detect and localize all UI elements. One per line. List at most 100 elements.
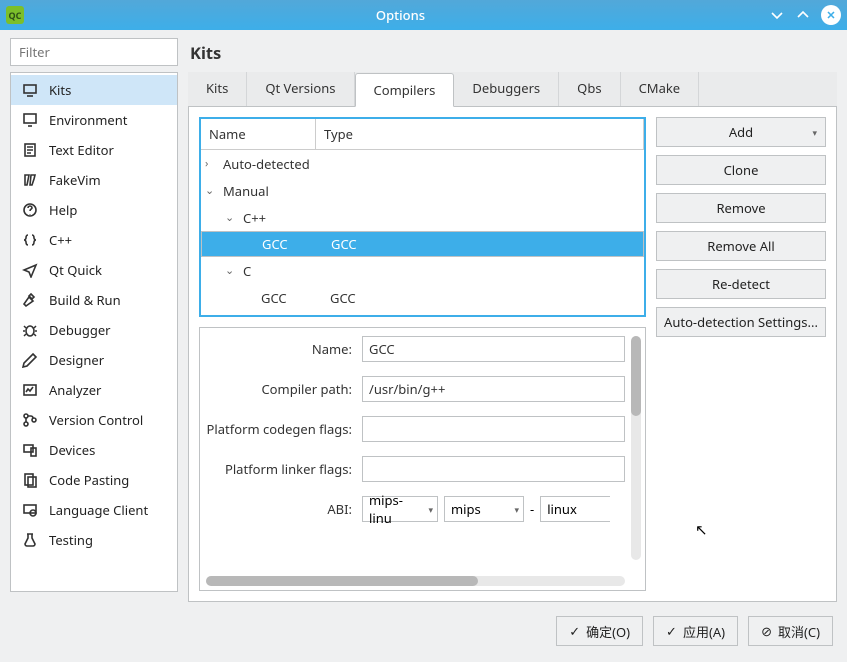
sidebar-item-label: Analyzer — [49, 381, 101, 399]
sidebar-item-label: Code Pasting — [49, 471, 129, 489]
ok-button[interactable]: ✓确定(O) — [556, 616, 643, 646]
tree-node-cpp-gcc[interactable]: GCCGCC — [201, 231, 644, 257]
sidebar-item-designer[interactable]: Designer — [11, 345, 177, 375]
label-codegen: Platform codegen flags: — [204, 420, 356, 438]
cancel-button[interactable]: ⊘取消(C) — [748, 616, 833, 646]
compilers-tree[interactable]: Name Type ›Auto-detected ⌄Manual ⌄C++ GC… — [199, 117, 646, 317]
sidebar-item-buildrun[interactable]: Build & Run — [11, 285, 177, 315]
sidebar-item-label: FakeVim — [49, 171, 101, 189]
tree-node-c[interactable]: ⌄C — [201, 257, 644, 284]
test-icon — [21, 531, 39, 549]
scroll-thumb[interactable] — [631, 336, 641, 416]
sidebar-item-label: Designer — [49, 351, 104, 369]
paste-icon — [21, 471, 39, 489]
chevron-down-icon: ⌄ — [205, 183, 217, 198]
window-title: Options — [32, 6, 769, 24]
select-abi-main[interactable]: mips-linu▾ — [362, 496, 438, 522]
chevron-down-icon: ⌄ — [225, 210, 237, 225]
tab-qtversions[interactable]: Qt Versions — [247, 72, 354, 106]
hammer-icon — [21, 291, 39, 309]
tree-header-type[interactable]: Type — [316, 119, 644, 149]
label-compiler-path: Compiler path: — [204, 380, 356, 398]
tree-node-cpp[interactable]: ⌄C++ — [201, 204, 644, 231]
sidebar-item-label: Environment — [49, 111, 127, 129]
sidebar-item-analyzer[interactable]: Analyzer — [11, 375, 177, 405]
sidebar-item-label: Language Client — [49, 501, 148, 519]
vertical-scrollbar[interactable] — [631, 336, 641, 560]
filter-input[interactable] — [10, 38, 178, 66]
field-linker[interactable] — [362, 456, 625, 482]
tab-kits[interactable]: Kits — [188, 72, 247, 106]
apply-button[interactable]: ✓应用(A) — [653, 616, 738, 646]
select-abi-arch[interactable]: mips▾ — [444, 496, 524, 522]
sidebar-item-cpp[interactable]: C++ — [11, 225, 177, 255]
cancel-icon: ⊘ — [761, 622, 772, 640]
compiler-details: Name: Compiler path: Platform codegen fl… — [199, 327, 646, 591]
tab-qbs[interactable]: Qbs — [559, 72, 620, 106]
help-icon — [21, 201, 39, 219]
vcs-icon — [21, 411, 39, 429]
kits-icon — [21, 81, 39, 99]
tree-header-name[interactable]: Name — [201, 119, 316, 149]
minimize-icon[interactable] — [769, 7, 785, 23]
tab-bar: Kits Qt Versions Compilers Debuggers Qbs… — [188, 72, 837, 107]
braces-icon — [21, 231, 39, 249]
chevron-right-icon: › — [205, 156, 217, 171]
analyzer-icon — [21, 381, 39, 399]
app-logo: QC — [6, 6, 24, 24]
sidebar-item-label: Devices — [49, 441, 95, 459]
sidebar-item-environment[interactable]: Environment — [11, 105, 177, 135]
sidebar-item-fakevim[interactable]: FakeVim — [11, 165, 177, 195]
sidebar-item-testing[interactable]: Testing — [11, 525, 177, 555]
tree-node-manual[interactable]: ⌄Manual — [201, 177, 644, 204]
sidebar-item-codepasting[interactable]: Code Pasting — [11, 465, 177, 495]
label-abi: ABI: — [204, 500, 356, 518]
auto-detection-settings-button[interactable]: Auto-detection Settings... — [656, 307, 826, 337]
check-icon: ✓ — [569, 622, 580, 640]
label-name: Name: — [204, 340, 356, 358]
close-icon[interactable]: ✕ — [821, 5, 841, 25]
monitor-icon — [21, 111, 39, 129]
add-button[interactable]: Add▾ — [656, 117, 826, 147]
remove-all-button[interactable]: Remove All — [656, 231, 826, 261]
field-codegen[interactable] — [362, 416, 625, 442]
sidebar-item-devices[interactable]: Devices — [11, 435, 177, 465]
field-name[interactable] — [362, 336, 625, 362]
tab-debuggers[interactable]: Debuggers — [454, 72, 559, 106]
sidebar-item-kits[interactable]: Kits — [11, 75, 177, 105]
sidebar-item-label: Build & Run — [49, 291, 121, 309]
label-linker: Platform linker flags: — [204, 460, 356, 478]
sidebar-item-label: Version Control — [49, 411, 143, 429]
sidebar-item-langclient[interactable]: Language Client — [11, 495, 177, 525]
sidebar-item-label: Kits — [49, 81, 71, 99]
field-compiler-path[interactable] — [362, 376, 625, 402]
scroll-thumb[interactable] — [206, 576, 478, 586]
sidebar-item-qtquick[interactable]: Qt Quick — [11, 255, 177, 285]
chevron-down-icon: ▾ — [514, 503, 519, 516]
clone-button[interactable]: Clone — [656, 155, 826, 185]
sidebar-item-label: Help — [49, 201, 77, 219]
tab-compilers[interactable]: Compilers — [355, 73, 455, 107]
tree-node-auto[interactable]: ›Auto-detected — [201, 150, 644, 177]
lsp-icon — [21, 501, 39, 519]
pencil-icon — [21, 351, 39, 369]
sidebar-item-label: Qt Quick — [49, 261, 102, 279]
select-abi-os[interactable]: linux — [540, 496, 610, 522]
category-sidebar: Kits Environment Text Editor FakeVim Hel… — [10, 72, 178, 592]
redetect-button[interactable]: Re-detect — [656, 269, 826, 299]
sidebar-item-help[interactable]: Help — [11, 195, 177, 225]
sidebar-item-texteditor[interactable]: Text Editor — [11, 135, 177, 165]
sidebar-item-debugger[interactable]: Debugger — [11, 315, 177, 345]
devices-icon — [21, 441, 39, 459]
maximize-icon[interactable] — [795, 7, 811, 23]
chevron-down-icon: ▾ — [428, 503, 433, 516]
doc-icon — [21, 141, 39, 159]
tree-node-c-gcc[interactable]: GCCGCC — [201, 284, 644, 311]
horizontal-scrollbar[interactable] — [206, 576, 625, 586]
sidebar-item-vcs[interactable]: Version Control — [11, 405, 177, 435]
sidebar-item-label: C++ — [49, 231, 72, 249]
tab-cmake[interactable]: CMake — [621, 72, 700, 106]
remove-button[interactable]: Remove — [656, 193, 826, 223]
sidebar-item-label: Text Editor — [49, 141, 114, 159]
abi-dash: - — [530, 500, 534, 518]
